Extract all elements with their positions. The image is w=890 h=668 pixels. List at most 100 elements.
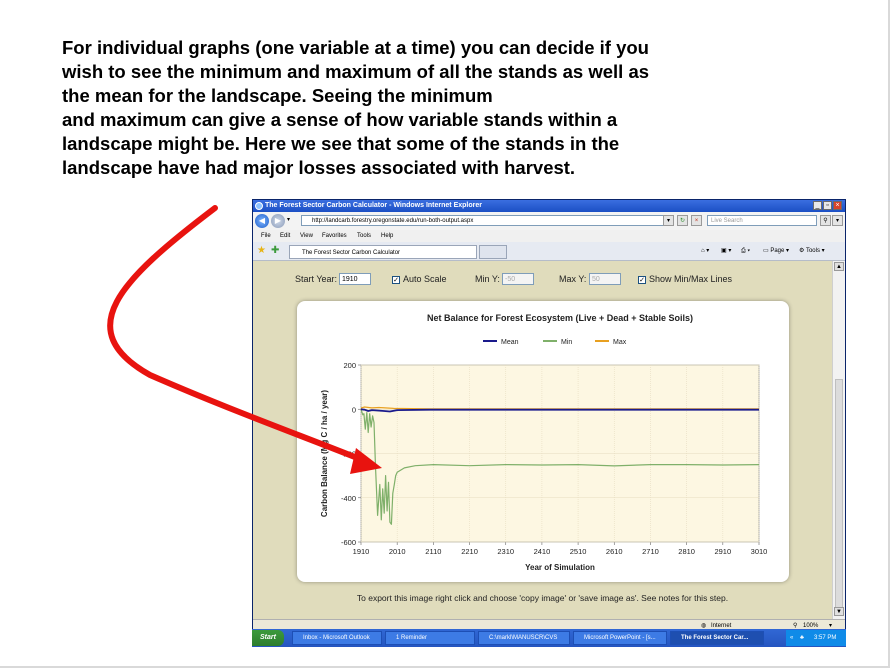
taskbar-item-reminder[interactable]: 1 Reminder	[385, 631, 475, 645]
taskbar-item-label: 1 Reminder	[396, 635, 428, 641]
page-menu[interactable]: ▭ Page ▾	[763, 245, 789, 257]
tab-forest-carbon[interactable]: The Forest Sector Carbon Calculator	[289, 245, 477, 259]
taskbar: Start Inbox - Microsoft Outlook 1 Remind…	[252, 629, 846, 647]
show-minmax-checkbox[interactable]: ✓	[638, 276, 646, 284]
max-y-label: Max Y:	[559, 274, 587, 284]
dropdown-arrow-icon[interactable]: ▾	[287, 216, 290, 223]
clock: 3:57 PM	[814, 635, 837, 641]
ie-icon	[255, 202, 263, 210]
tab-bar: ★ ✚ The Forest Sector Carbon Calculator …	[253, 242, 845, 261]
taskbar-item-label: C:\markl\MANUSCR\CVS	[489, 635, 558, 641]
menu-bar: File Edit View Favorites Tools Help	[253, 230, 845, 242]
start-year-label: Start Year:	[295, 274, 338, 284]
tools-menu-label: Tools	[805, 248, 820, 254]
min-y-label: Min Y:	[475, 274, 500, 284]
system-tray: « ♣ 3:57 PM	[786, 630, 846, 646]
x-tick-label: 2810	[678, 547, 695, 556]
chart-svg: Net Balance for Forest Ecosystem (Live +…	[320, 313, 768, 572]
y-tick-label: 200	[343, 361, 356, 370]
auto-scale-checkbox[interactable]: ✓	[392, 276, 400, 284]
chart-card[interactable]: Net Balance for Forest Ecosystem (Live +…	[297, 301, 789, 582]
scroll-down-arrow-icon[interactable]: ▼	[834, 607, 844, 616]
tools-menu[interactable]: ⚙ Tools ▾	[799, 245, 825, 257]
refresh-icon[interactable]: ↻	[677, 215, 688, 226]
address-bar: ◀ ▶ ▾ http://landcarb.forestry.oregonsta…	[253, 212, 845, 230]
tray-app-icon[interactable]: ♣	[800, 630, 804, 646]
taskbar-item-ie[interactable]: The Forest Sector Car...	[670, 631, 764, 645]
y-axis-label: Carbon Balance (Mg C / ha / year)	[320, 390, 329, 517]
home-icon[interactable]: ⌂ ▾	[701, 245, 709, 257]
feeds-icon[interactable]: ▣ ▾	[721, 245, 731, 257]
stop-icon[interactable]: ×	[691, 215, 702, 226]
search-input[interactable]: Live Search	[707, 215, 817, 226]
search-icon[interactable]: ⚲	[820, 215, 831, 226]
menu-view[interactable]: View	[300, 230, 313, 242]
legend-label-max: Max	[613, 339, 627, 346]
x-tick-label: 2410	[534, 547, 551, 556]
taskbar-item-outlook[interactable]: Inbox - Microsoft Outlook	[292, 631, 382, 645]
start-label: Start	[260, 634, 276, 641]
x-tick-label: 2310	[497, 547, 514, 556]
legend-label-mean: Mean	[501, 339, 519, 346]
tab-label: The Forest Sector Carbon Calculator	[302, 250, 401, 256]
tray-expand-icon[interactable]: «	[790, 630, 793, 646]
minimize-button[interactable]: _	[813, 201, 822, 210]
browser-window: The Forest Sector Carbon Calculator - Wi…	[252, 199, 846, 647]
slide-body-text: For individual graphs (one variable at a…	[62, 36, 822, 180]
export-note: To export this image right click and cho…	[356, 593, 729, 603]
forward-button[interactable]: ▶	[271, 214, 285, 228]
window-title: The Forest Sector Carbon Calculator - Wi…	[265, 202, 482, 209]
slide-text-line: wish to see the minimum and maximum of a…	[62, 61, 650, 82]
y-tick-label: -600	[341, 538, 356, 547]
page-menu-label: Page	[770, 248, 785, 254]
chart-title: Net Balance for Forest Ecosystem (Live +…	[427, 313, 693, 323]
menu-favorites[interactable]: Favorites	[322, 230, 347, 242]
menu-tools[interactable]: Tools	[357, 230, 371, 242]
menu-help[interactable]: Help	[381, 230, 393, 242]
menu-file[interactable]: File	[261, 230, 271, 242]
close-button[interactable]: ×	[833, 201, 842, 210]
favorites-star-icon[interactable]: ★	[257, 245, 266, 257]
page-content: Start Year: 1910 ✓ Auto Scale Min Y: -50…	[253, 261, 832, 619]
taskbar-item-powerpoint[interactable]: Microsoft PowerPoint - [s...	[573, 631, 667, 645]
legend-label-min: Min	[561, 339, 572, 346]
search-options-button[interactable]: ▾	[832, 215, 843, 226]
new-tab-button[interactable]	[479, 245, 507, 259]
x-tick-label: 3010	[751, 547, 768, 556]
url-dropdown-button[interactable]: ▾	[663, 215, 674, 226]
back-button[interactable]: ◀	[255, 214, 269, 228]
taskbar-item-label: Inbox - Microsoft Outlook	[303, 635, 370, 641]
slide-text-line: landscape have had major losses associat…	[62, 157, 576, 178]
slide-text-line: and maximum can give a sense of how vari…	[62, 109, 618, 130]
x-tick-label: 2610	[606, 547, 623, 556]
x-axis-label: Year of Simulation	[525, 563, 595, 572]
start-year-input[interactable]: 1910	[339, 273, 371, 285]
y-tick-label: -400	[341, 494, 356, 503]
taskbar-item-label: Microsoft PowerPoint - [s...	[584, 635, 656, 641]
x-tick-label: 2710	[642, 547, 659, 556]
taskbar-item-folder[interactable]: C:\markl\MANUSCR\CVS	[478, 631, 570, 645]
x-tick-label: 2510	[570, 547, 587, 556]
slide-text-line: the mean for the landscape. Seeing the m…	[62, 85, 493, 106]
auto-scale-label: Auto Scale	[403, 274, 447, 284]
scroll-up-arrow-icon[interactable]: ▲	[834, 262, 844, 271]
add-favorite-icon[interactable]: ✚	[271, 245, 279, 257]
url-input[interactable]: http://landcarb.forestry.oregonstate.edu…	[301, 215, 671, 226]
scroll-thumb[interactable]	[835, 379, 843, 609]
x-tick-label: 2010	[389, 547, 406, 556]
menu-edit[interactable]: Edit	[280, 230, 290, 242]
slide-text-line: landscape might be. Here we see that som…	[62, 133, 620, 154]
show-minmax-label: Show Min/Max Lines	[649, 274, 733, 284]
taskbar-item-label: The Forest Sector Car...	[681, 635, 749, 641]
y-tick-label: -200	[341, 450, 356, 459]
print-icon[interactable]: ⎙ ▾	[741, 245, 750, 257]
min-y-input[interactable]: -50	[502, 273, 534, 285]
start-button[interactable]: Start	[252, 630, 284, 646]
max-y-input[interactable]: 50	[589, 273, 621, 285]
vertical-scrollbar[interactable]: ▲ ▼	[832, 261, 845, 619]
x-tick-label: 2910	[714, 547, 731, 556]
x-tick-label: 1910	[353, 547, 370, 556]
title-bar: The Forest Sector Carbon Calculator - Wi…	[253, 200, 845, 212]
restore-button[interactable]: ▫	[823, 201, 832, 210]
slide-text-line: For individual graphs (one variable at a…	[62, 37, 649, 58]
